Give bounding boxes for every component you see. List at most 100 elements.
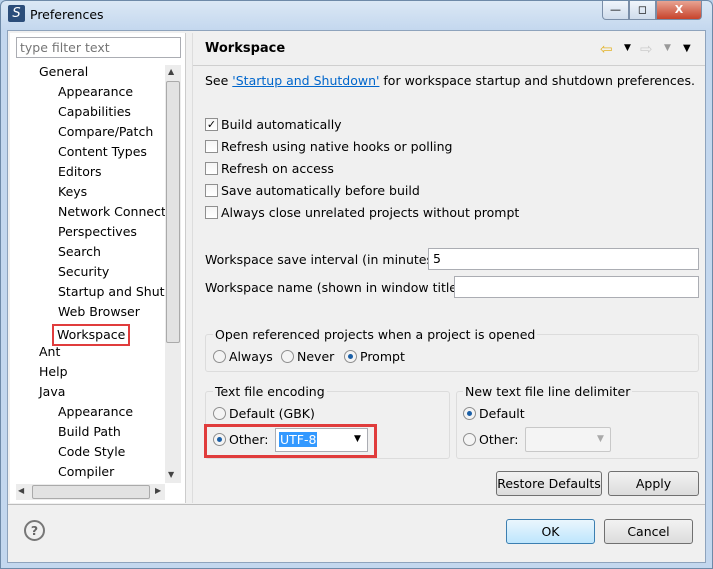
tree-item[interactable]: Content Types bbox=[10, 144, 165, 160]
checkbox-label: Build automatically bbox=[221, 117, 342, 132]
tree-item[interactable]: Search bbox=[10, 244, 165, 260]
tree-item[interactable]: Network Connections bbox=[10, 204, 165, 220]
view-menu-icon[interactable]: ▼ bbox=[683, 43, 691, 54]
tree-item-label: Compiler bbox=[58, 464, 115, 479]
tree-item[interactable]: Compiler bbox=[10, 464, 165, 480]
tree-item[interactable]: Appearance bbox=[10, 404, 165, 420]
back-arrow-icon[interactable]: ⇦ bbox=[600, 40, 613, 58]
tree-vertical-scrollbar[interactable]: ▲ ▼ bbox=[165, 65, 181, 483]
tree-item[interactable]: Build Path bbox=[10, 424, 165, 440]
encoding-other-radio[interactable] bbox=[213, 433, 226, 446]
tree-item-label: Network Connections bbox=[58, 204, 165, 219]
open-ref-radio-prompt[interactable] bbox=[344, 350, 357, 363]
scroll-right-icon[interactable]: ▶ bbox=[155, 486, 161, 495]
workspace-name-label: Workspace name (shown in window title): bbox=[205, 280, 467, 295]
open-ref-label: Prompt bbox=[360, 349, 405, 364]
tree-item[interactable]: Compare/Patch bbox=[10, 124, 165, 140]
ok-button[interactable]: OK bbox=[506, 519, 595, 544]
tree-item-label: Search bbox=[58, 244, 101, 259]
scroll-thumb[interactable] bbox=[166, 81, 180, 343]
restore-defaults-button[interactable]: Restore Defaults bbox=[496, 471, 602, 496]
checkbox-label: Refresh on access bbox=[221, 161, 334, 176]
hscroll-thumb[interactable] bbox=[32, 485, 150, 499]
workspace-name-input[interactable] bbox=[454, 276, 699, 298]
delimiter-default-radio[interactable] bbox=[463, 407, 476, 420]
scroll-up-icon[interactable]: ▲ bbox=[168, 67, 174, 76]
chevron-down-icon[interactable]: ▼ bbox=[597, 434, 604, 444]
checkbox[interactable] bbox=[205, 184, 218, 197]
delimiter-combo[interactable]: ▼ bbox=[525, 427, 611, 452]
scroll-down-icon[interactable]: ▼ bbox=[168, 470, 174, 479]
checkbox-label: Refresh using native hooks or polling bbox=[221, 139, 453, 154]
tree-item-label: Capabilities bbox=[58, 104, 131, 119]
header-divider bbox=[193, 65, 705, 66]
tree-horizontal-scrollbar[interactable]: ◀ ▶ bbox=[16, 484, 165, 500]
encoding-title: Text file encoding bbox=[213, 384, 327, 399]
intro-suffix: for workspace startup and shutdown prefe… bbox=[379, 73, 695, 88]
chevron-down-icon[interactable]: ▼ bbox=[354, 434, 361, 444]
delimiter-title: New text file line delimiter bbox=[463, 384, 633, 399]
open-ref-radio-always[interactable] bbox=[213, 350, 226, 363]
encoding-combo[interactable]: UTF-8 ▼ bbox=[275, 428, 368, 452]
scroll-left-icon[interactable]: ◀ bbox=[18, 486, 24, 495]
delimiter-default-label: Default bbox=[479, 406, 525, 421]
tree-item-label: Keys bbox=[58, 184, 88, 199]
tree-item[interactable]: Java bbox=[10, 384, 165, 400]
tree-item[interactable]: Capabilities bbox=[10, 104, 165, 120]
checkbox[interactable]: ✓ bbox=[205, 118, 218, 131]
tree-item[interactable]: Startup and Shutdown bbox=[10, 284, 165, 300]
tree-item[interactable]: Perspectives bbox=[10, 224, 165, 240]
tree-item-label: Appearance bbox=[58, 84, 134, 99]
checkbox[interactable] bbox=[205, 162, 218, 175]
delimiter-other-label: Other: bbox=[479, 432, 519, 447]
tree-item[interactable]: Appearance bbox=[10, 84, 165, 100]
forward-menu-icon[interactable]: ▼ bbox=[664, 43, 671, 53]
tree-item-label: Help bbox=[39, 364, 68, 379]
back-menu-icon[interactable]: ▼ bbox=[624, 43, 631, 53]
tree-item-label: Editors bbox=[58, 164, 102, 179]
checkbox[interactable] bbox=[205, 140, 218, 153]
startup-shutdown-link[interactable]: 'Startup and Shutdown' bbox=[232, 73, 379, 88]
tree-item-label: Compare/Patch bbox=[58, 124, 154, 139]
encoding-default-radio[interactable] bbox=[213, 407, 226, 420]
tree-item[interactable]: Web Browser bbox=[10, 304, 165, 320]
tree-item-label: Startup and Shutdown bbox=[58, 284, 165, 299]
checkbox[interactable] bbox=[205, 206, 218, 219]
app-icon: S bbox=[8, 5, 25, 22]
tree-item[interactable]: Code Style bbox=[10, 444, 165, 460]
footer-divider bbox=[8, 504, 705, 505]
intro-text: See 'Startup and Shutdown' for workspace… bbox=[205, 73, 695, 88]
help-icon[interactable]: ? bbox=[24, 520, 45, 541]
tree-item-label: General bbox=[39, 64, 89, 79]
forward-arrow-icon[interactable]: ⇨ bbox=[640, 40, 653, 58]
tree-item[interactable]: Editors bbox=[10, 164, 165, 180]
checkbox-label: Always close unrelated projects without … bbox=[221, 205, 520, 220]
tree-item-label: Content Types bbox=[58, 144, 147, 159]
open-ref-label: Always bbox=[229, 349, 273, 364]
encoding-other-label: Other: bbox=[229, 432, 269, 447]
encoding-default-label: Default (GBK) bbox=[229, 406, 315, 421]
checkbox-label: Save automatically before build bbox=[221, 183, 420, 198]
filter-input[interactable] bbox=[16, 37, 181, 58]
tree-item[interactable]: Security bbox=[10, 264, 165, 280]
tree-item[interactable]: Keys bbox=[10, 184, 165, 200]
tree-item[interactable]: Workspace bbox=[10, 324, 165, 346]
maximize-button[interactable]: ◻ bbox=[629, 1, 656, 20]
delimiter-other-radio[interactable] bbox=[463, 433, 476, 446]
tree-item[interactable]: General bbox=[10, 64, 165, 80]
intro-prefix: See bbox=[205, 73, 233, 88]
tree-item[interactable]: Ant bbox=[10, 344, 165, 360]
save-interval-input[interactable]: 5 bbox=[428, 248, 699, 270]
open-ref-radio-never[interactable] bbox=[281, 350, 294, 363]
minimize-button[interactable]: — bbox=[602, 1, 629, 20]
window-title: Preferences bbox=[30, 7, 104, 22]
close-button[interactable]: X bbox=[656, 1, 702, 20]
open-ref-label: Never bbox=[297, 349, 335, 364]
tree-item-label: Appearance bbox=[58, 404, 134, 419]
tree-item[interactable]: Help bbox=[10, 364, 165, 380]
cancel-button[interactable]: Cancel bbox=[604, 519, 693, 544]
apply-button[interactable]: Apply bbox=[608, 471, 699, 496]
tree-item-label: Java bbox=[39, 384, 66, 399]
tree-item-label: Perspectives bbox=[58, 224, 137, 239]
tree-item-label: Workspace bbox=[52, 324, 131, 346]
